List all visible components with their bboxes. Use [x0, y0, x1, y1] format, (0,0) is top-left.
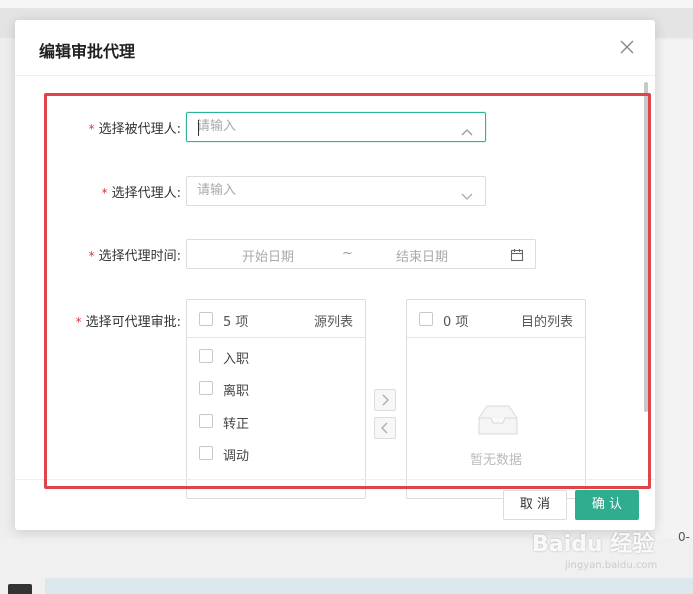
approvals-label: * 选择可代理审批: — [75, 315, 181, 330]
principal-select[interactable] — [186, 112, 486, 142]
target-list-panel: 0 项 目的列表 暂无数据 — [406, 299, 586, 499]
item-checkbox[interactable] — [199, 446, 213, 460]
form-row-principal: * 选择被代理人: — [15, 112, 615, 142]
agent-select[interactable] — [186, 176, 486, 206]
item-checkbox[interactable] — [199, 349, 213, 363]
edit-approval-proxy-dialog: 编辑审批代理 *选择被代理人: *选择代理人: *选择代理时间: 开始日期 ~ — [15, 20, 655, 530]
period-label: * 选择代理时间: — [88, 249, 181, 264]
agent-label: * 选择代理人: — [101, 186, 181, 201]
list-item[interactable]: 调动 — [187, 441, 365, 467]
list-item[interactable]: 离职 — [187, 376, 365, 402]
dialog-header-divider — [15, 75, 655, 76]
date-range-picker[interactable]: 开始日期 ~ 结束日期 — [186, 239, 536, 269]
form-row-period: * 选择代理时间: 开始日期 ~ 结束日期 — [15, 239, 615, 269]
empty-text: 暂无数据 — [469, 453, 522, 468]
empty-inbox-icon — [475, 402, 521, 438]
background-text-snippet: 0- — [678, 530, 690, 544]
list-item-label: 转正 — [223, 417, 250, 432]
move-right-button[interactable] — [374, 389, 396, 411]
form-row-approvals: * 选择可代理审批: 5 项 源列表 入职 离职 转正 调动 0 项 目的列表 … — [15, 299, 615, 499]
principal-input[interactable] — [197, 119, 447, 134]
chevron-up-icon[interactable] — [460, 122, 474, 136]
required-mark: * — [88, 122, 95, 136]
background-app-icon — [8, 584, 32, 594]
background-topbar — [0, 0, 693, 8]
source-select-all-checkbox[interactable] — [199, 312, 213, 326]
date-range-separator: ~ — [342, 246, 353, 261]
confirm-button[interactable]: 确 认 — [575, 490, 639, 520]
target-list-header: 0 项 目的列表 — [407, 300, 585, 338]
text-cursor — [198, 120, 199, 136]
list-item-label: 调动 — [223, 449, 250, 464]
agent-input[interactable] — [197, 183, 447, 198]
chevron-left-icon — [381, 422, 388, 434]
dialog-title: 编辑审批代理 — [39, 42, 136, 61]
required-mark: * — [75, 315, 82, 329]
item-checkbox[interactable] — [199, 381, 213, 395]
close-icon[interactable] — [618, 38, 636, 56]
chevron-right-icon — [382, 394, 389, 406]
chevron-down-icon[interactable] — [460, 186, 474, 200]
list-item[interactable]: 转正 — [187, 409, 365, 435]
calendar-icon[interactable] — [510, 247, 524, 262]
required-mark: * — [88, 249, 95, 263]
move-left-button[interactable] — [374, 417, 396, 439]
list-item[interactable]: 入职 — [187, 344, 365, 370]
form-row-agent: * 选择代理人: — [15, 176, 615, 206]
start-date-input[interactable]: 开始日期 — [242, 246, 294, 265]
list-item-label: 离职 — [223, 384, 250, 399]
item-checkbox[interactable] — [199, 414, 213, 428]
baidu-watermark: Baidu 经验 — [532, 532, 655, 557]
cancel-button[interactable]: 取 消 — [503, 490, 567, 520]
required-mark: * — [101, 186, 108, 200]
principal-label: * 选择被代理人: — [88, 122, 181, 137]
source-count: 5 项 — [223, 315, 249, 330]
baidu-watermark-url: jingyan.baidu.com — [565, 560, 658, 571]
dialog-footer-divider — [15, 479, 655, 480]
target-select-all-checkbox[interactable] — [419, 312, 433, 326]
dialog-scrollbar[interactable] — [644, 82, 648, 412]
source-list-header: 5 项 源列表 — [187, 300, 365, 338]
background-side-panel — [655, 40, 693, 540]
target-count: 0 项 — [443, 315, 469, 330]
end-date-input[interactable]: 结束日期 — [396, 246, 448, 265]
target-list-title: 目的列表 — [520, 315, 573, 330]
background-bottom-bar — [45, 578, 693, 594]
source-list-panel: 5 项 源列表 入职 离职 转正 调动 — [186, 299, 366, 499]
list-item-label: 入职 — [223, 352, 250, 367]
source-list-title: 源列表 — [313, 315, 353, 330]
